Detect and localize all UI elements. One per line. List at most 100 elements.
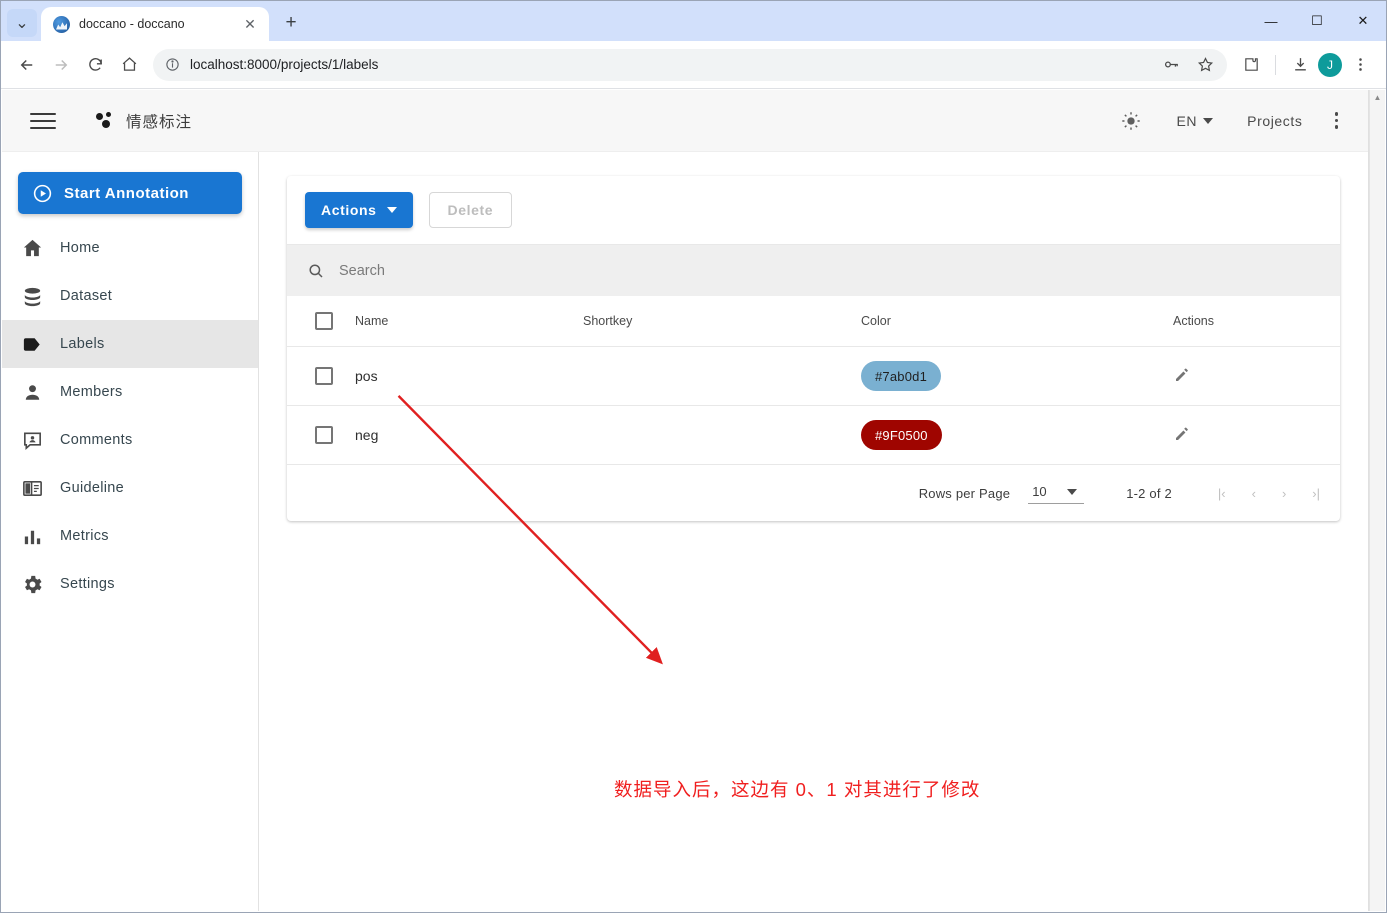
site-info-icon[interactable]	[165, 57, 180, 72]
start-annotation-button[interactable]: Start Annotation	[18, 172, 242, 214]
start-annotation-label: Start Annotation	[64, 184, 189, 202]
label-name: neg	[355, 405, 583, 465]
label-name: pos	[355, 346, 583, 406]
column-header-color[interactable]: Color	[861, 296, 1173, 347]
sidebar-item-label: Labels	[60, 336, 105, 352]
tab-strip: ⌄ doccano - doccano ✕ +	[1, 1, 305, 41]
app-header-actions: EN Projects	[1106, 102, 1350, 140]
close-icon[interactable]: ✕	[241, 15, 259, 33]
actions-label: Actions	[321, 202, 377, 218]
sidebar-item-label: Members	[60, 384, 123, 400]
column-header-actions: Actions	[1173, 296, 1340, 347]
tab-title: doccano - doccano	[79, 17, 185, 31]
chrome-menu-icon[interactable]	[1344, 49, 1376, 81]
row-checkbox[interactable]	[315, 367, 333, 385]
sidebar-item-label: Settings	[60, 576, 115, 592]
tab-search-chevron-icon[interactable]: ⌄	[7, 9, 37, 37]
labels-table: Name Shortkey Color Actions pos #7ab0d1 …	[287, 296, 1340, 465]
row-actions-cell	[1173, 405, 1340, 465]
first-page-button[interactable]: |‹	[1218, 486, 1226, 501]
language-selector[interactable]: EN	[1162, 105, 1227, 137]
column-header-shortkey[interactable]: Shortkey	[583, 296, 861, 347]
actions-button[interactable]: Actions	[305, 192, 413, 228]
row-checkbox[interactable]	[315, 426, 333, 444]
row-select-cell	[287, 346, 355, 406]
table-row[interactable]: pos #7ab0d1	[287, 346, 1340, 406]
label-shortkey	[583, 346, 861, 406]
search-input[interactable]: Search	[339, 263, 385, 279]
sidebar-item-guideline[interactable]: Guideline	[2, 464, 258, 512]
row-select-cell	[287, 405, 355, 465]
sidebar-item-home[interactable]: Home	[2, 224, 258, 272]
browser-titlebar: ⌄ doccano - doccano ✕ + — ☐ ✕	[1, 1, 1386, 41]
label-color-cell: #7ab0d1	[861, 346, 1173, 406]
toolbar-divider	[1275, 54, 1276, 75]
download-icon[interactable]	[1284, 49, 1316, 81]
browser-tab[interactable]: doccano - doccano ✕	[41, 7, 269, 41]
color-chip: #7ab0d1	[861, 361, 942, 391]
sidebar-item-label: Guideline	[60, 480, 124, 496]
browser-window: ⌄ doccano - doccano ✕ + — ☐ ✕ localhost:…	[0, 0, 1387, 913]
home-icon	[16, 237, 60, 260]
reload-icon[interactable]	[79, 49, 111, 81]
bookmark-star-icon[interactable]	[1189, 49, 1221, 81]
select-all-checkbox[interactable]	[315, 312, 333, 330]
brand: 情感标注	[96, 110, 192, 132]
page-viewport: 情感标注 EN Projects Start Annotation Home D…	[2, 90, 1385, 911]
pencil-icon[interactable]	[1173, 366, 1191, 384]
column-header-name[interactable]: Name	[355, 296, 583, 347]
table-head: Name Shortkey Color Actions	[287, 296, 1340, 347]
sidebar-item-label: Home	[60, 240, 100, 256]
projects-link[interactable]: Projects	[1233, 105, 1316, 137]
sidebar-item-dataset[interactable]: Dataset	[2, 272, 258, 320]
extensions-puzzle-icon[interactable]	[1235, 49, 1267, 81]
book-icon	[16, 477, 60, 500]
rows-per-page-value: 10	[1032, 484, 1047, 499]
pencil-icon[interactable]	[1173, 425, 1191, 443]
back-icon[interactable]	[11, 49, 43, 81]
chevron-down-icon	[1203, 117, 1214, 124]
chevron-down-icon	[386, 207, 397, 213]
doccano-logo-icon	[96, 111, 115, 130]
table-header-row: Name Shortkey Color Actions	[287, 296, 1340, 347]
labels-toolbar: Actions Delete	[287, 176, 1340, 244]
prev-page-button[interactable]: ‹	[1252, 486, 1256, 501]
select-all-header	[287, 296, 355, 347]
color-chip: #9F0500	[861, 420, 942, 450]
play-circle-icon	[32, 183, 53, 204]
table-body: pos #7ab0d1 neg #9F0500	[287, 346, 1340, 465]
page-scrollbar[interactable]: ▲	[1369, 90, 1385, 911]
next-page-button[interactable]: ›	[1282, 486, 1286, 501]
address-bar[interactable]: localhost:8000/projects/1/labels	[153, 48, 1227, 81]
hamburger-icon[interactable]	[30, 108, 56, 134]
sidebar-item-metrics[interactable]: Metrics	[2, 512, 258, 560]
new-tab-button[interactable]: +	[277, 9, 305, 37]
doccano-app: 情感标注 EN Projects Start Annotation Home D…	[2, 90, 1369, 911]
bar-chart-icon	[16, 525, 60, 548]
sidebar: Start Annotation Home Dataset Labels Mem…	[2, 152, 259, 911]
theme-toggle-button[interactable]	[1106, 102, 1156, 140]
table-row[interactable]: neg #9F0500	[287, 405, 1340, 465]
sidebar-item-comments[interactable]: Comments	[2, 416, 258, 464]
minimize-icon[interactable]: —	[1248, 1, 1294, 41]
sidebar-item-members[interactable]: Members	[2, 368, 258, 416]
search-icon	[307, 262, 325, 280]
home-icon[interactable]	[113, 49, 145, 81]
sidebar-item-labels[interactable]: Labels	[2, 320, 258, 368]
browser-toolbar: localhost:8000/projects/1/labels J	[1, 41, 1386, 89]
rows-per-page-select[interactable]: 10	[1028, 482, 1085, 504]
window-close-icon[interactable]: ✕	[1340, 1, 1386, 41]
sidebar-item-settings[interactable]: Settings	[2, 560, 258, 608]
profile-avatar[interactable]: J	[1318, 52, 1342, 77]
forward-icon	[45, 49, 77, 81]
maximize-icon[interactable]: ☐	[1294, 1, 1340, 41]
vertical-dots-icon[interactable]	[1323, 104, 1351, 137]
password-key-icon[interactable]	[1155, 49, 1187, 81]
labels-card: Actions Delete Search Name Shortkey Colo…	[287, 176, 1340, 521]
last-page-button[interactable]: ›|	[1312, 486, 1320, 501]
label-shortkey	[583, 405, 861, 465]
tag-icon	[16, 333, 60, 356]
project-name: 情感标注	[126, 113, 193, 131]
search-bar[interactable]: Search	[287, 244, 1340, 296]
scroll-up-icon[interactable]: ▲	[1374, 90, 1382, 102]
